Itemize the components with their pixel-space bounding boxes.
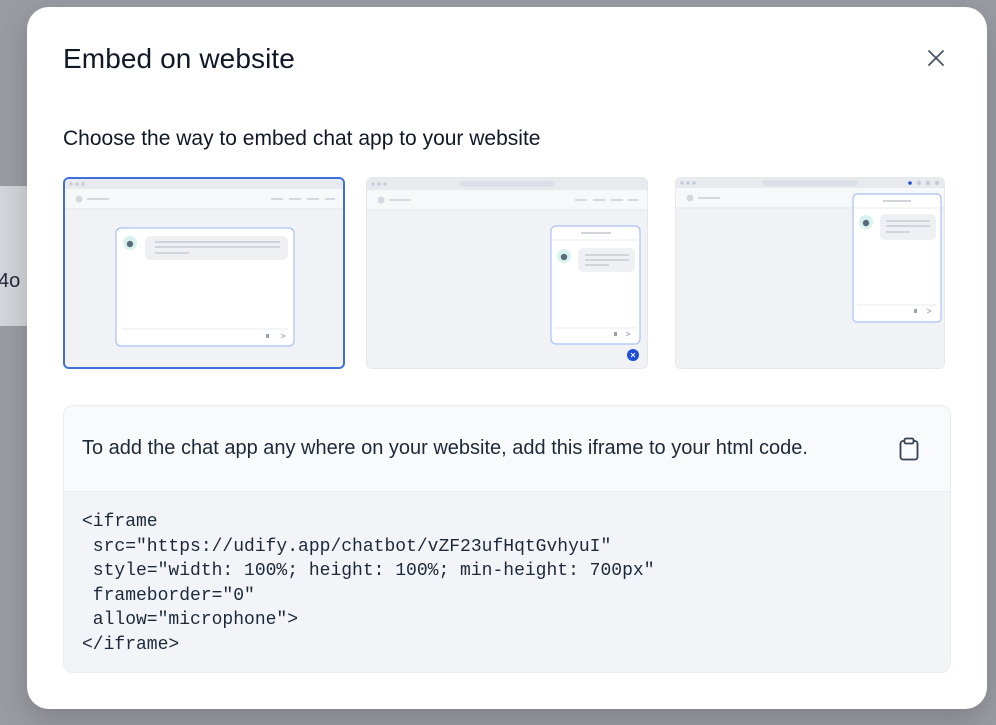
close-icon [928,50,944,66]
iframe-preview-illustration [65,179,343,367]
code-description: To add the chat app any where on your we… [82,437,808,459]
chrome-extension-option[interactable] [675,177,945,369]
copy-button[interactable] [896,435,922,463]
clipboard-icon [899,437,919,461]
iframe-option[interactable] [63,177,345,369]
bubble-preview-illustration [367,178,647,368]
modal-title: Embed on website [63,43,295,74]
script-bubble-option[interactable] [366,177,648,369]
code-panel-header: To add the chat app any where on your we… [64,406,950,492]
embed-code-panel: To add the chat app any where on your we… [63,405,951,673]
backdrop-fragment-text: 4o [0,270,21,292]
embed-code-snippet[interactable]: <iframe src="https://udify.app/chatbot/v… [82,510,655,657]
extension-preview-illustration [676,178,944,368]
close-button[interactable] [923,45,949,71]
embed-modal: Embed on website Choose the way to embed… [27,7,987,709]
modal-subtitle: Choose the way to embed chat app to your… [63,127,541,150]
